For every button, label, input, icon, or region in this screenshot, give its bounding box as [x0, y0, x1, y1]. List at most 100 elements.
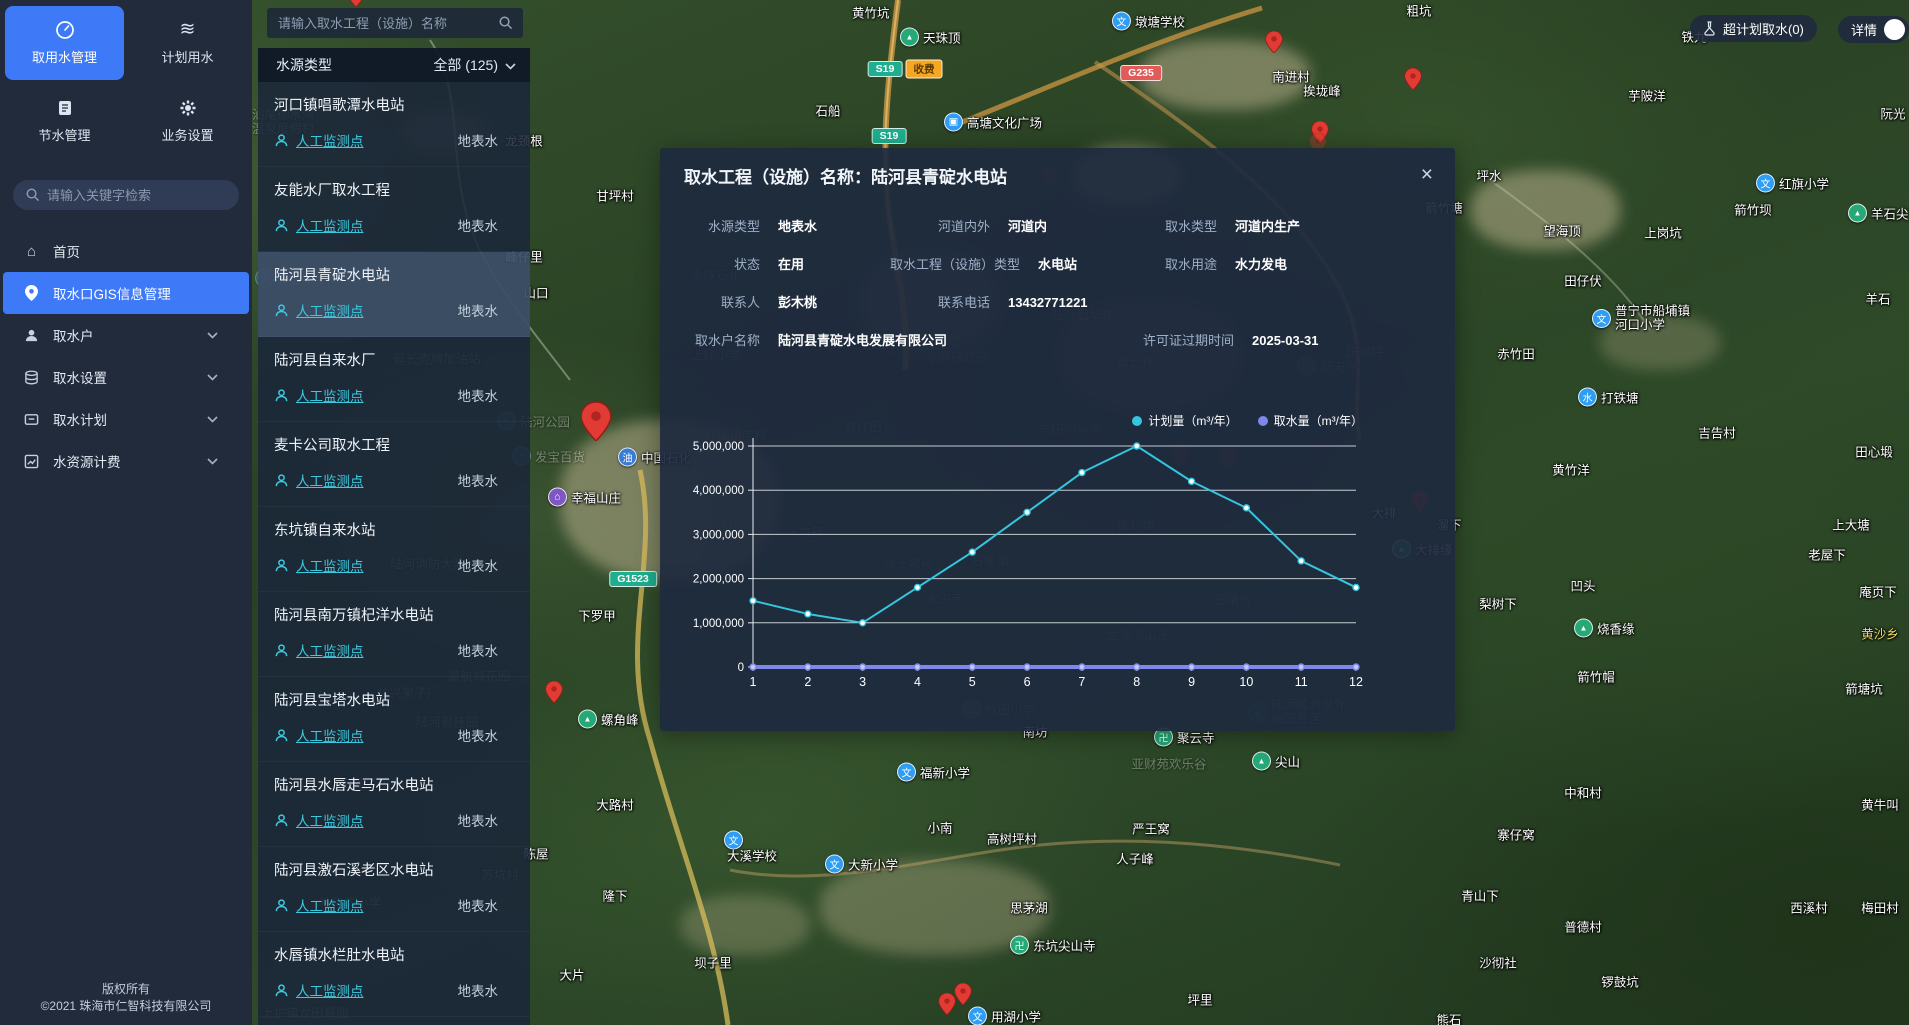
- facility-list-item[interactable]: 麦卡公司取水工程人工监测点地表水: [258, 422, 530, 507]
- person-icon: [274, 898, 289, 913]
- map-marker-pin[interactable]: [939, 993, 956, 1020]
- map-label: 沙彻社: [1479, 953, 1517, 972]
- map-label: 上大塘: [1832, 515, 1870, 534]
- manual-monitor-link[interactable]: 人工监测点: [296, 555, 364, 575]
- sidebar-menu-item-3[interactable]: 取水设置: [0, 356, 252, 398]
- map-label: 坝子里: [694, 953, 732, 972]
- manual-monitor-link[interactable]: 人工监测点: [296, 640, 364, 660]
- manual-monitor-link[interactable]: 人工监测点: [296, 300, 364, 320]
- map-label: 寨仔窝: [1497, 825, 1535, 844]
- map-label: 黄沙乡: [1861, 624, 1899, 643]
- facility-search-input[interactable]: [267, 8, 523, 38]
- facility-list-item[interactable]: 陆河县自来水厂人工监测点地表水: [258, 337, 530, 422]
- gear-icon: [179, 98, 197, 118]
- sidebar-menu-item-4[interactable]: 取水计划: [0, 398, 252, 440]
- facility-name: 陆河县南万镇杞洋水电站: [274, 606, 514, 626]
- filter-dropdown[interactable]: 全部 (125): [433, 55, 516, 75]
- facility-list-item[interactable]: 陆河县南万镇杞洋水电站人工监测点 地表水: [258, 592, 530, 677]
- water-source-type: 地表水: [458, 640, 499, 660]
- map-marker-pin[interactable]: [1405, 68, 1422, 95]
- facility-list-item[interactable]: 东坑镇自来水站人工监测点地表水: [258, 507, 530, 592]
- manual-monitor-link[interactable]: 人工监测点: [296, 470, 364, 490]
- sidebar-menu-item-1[interactable]: 取水口GIS信息管理: [3, 272, 249, 314]
- facility-name: 东坑镇自来水站: [274, 521, 514, 541]
- map-label: 黄牛叫: [1861, 795, 1899, 814]
- svg-text:9: 9: [1188, 675, 1195, 689]
- manual-monitor-link[interactable]: 人工监测点: [296, 895, 364, 915]
- manual-monitor-link[interactable]: 人工监测点: [296, 385, 364, 405]
- map-label: 梨树下: [1479, 594, 1517, 613]
- sidebar-menu-item-2[interactable]: 取水户: [0, 314, 252, 356]
- field-value: 彭木桃: [778, 294, 817, 311]
- gas-map-icon: 油: [618, 448, 637, 467]
- close-icon[interactable]: ×: [1417, 160, 1437, 189]
- map-marker-pin[interactable]: [546, 681, 563, 708]
- map-label: 羊石: [1865, 289, 1890, 308]
- map-marker-pin[interactable]: [581, 402, 611, 446]
- field-label: 许可证过期时间: [1143, 332, 1234, 349]
- chevron-down-icon: [207, 458, 218, 465]
- field-pair: 水源类型地表水: [684, 218, 890, 235]
- map-label: 挨垅峰: [1303, 81, 1341, 100]
- module-label: 取用水管理: [32, 47, 97, 66]
- map-label: ▲螺角峰: [578, 710, 639, 729]
- module-button-3[interactable]: 业务设置: [128, 84, 247, 158]
- svg-text:4: 4: [914, 675, 921, 689]
- field-pair: 河道内外 河道内: [890, 218, 1143, 235]
- map-label: 田仔伏: [1564, 271, 1602, 290]
- facility-list-item[interactable]: 水唇镇水栏肚水电站人工监测点地表水: [258, 932, 530, 1017]
- facility-list-item[interactable]: 陆河县青碇水电站人工监测点地表水: [258, 252, 530, 337]
- app-root: 黄竹坑▲天珠顶▣高塘文化广场文墩塘学校粗坑南进村挨垅峰芋陂洋阮光铁九石船龙颈根甘…: [0, 0, 1909, 1025]
- map-label: 大路村: [596, 795, 634, 814]
- facility-list-item[interactable]: 友能水厂取水工程人工监测点地表水: [258, 167, 530, 252]
- detail-label: 详情: [1851, 20, 1877, 39]
- detail-toggle-pill[interactable]: 详情: [1838, 16, 1909, 43]
- svg-text:2,000,000: 2,000,000: [693, 574, 744, 586]
- field-value: 地表水: [778, 218, 817, 235]
- field-value: 河道内: [1008, 218, 1047, 235]
- school-map-icon: 文: [1112, 12, 1131, 31]
- map-label: 石船: [815, 101, 840, 120]
- field-label: 状态: [684, 256, 760, 273]
- manual-monitor-link[interactable]: 人工监测点: [296, 810, 364, 830]
- facility-list-item[interactable]: 陆河县水唇走马石水电站人工监测点地表水: [258, 762, 530, 847]
- facility-list-item[interactable]: 陆河县宝塔水电站人工监测点地表水: [258, 677, 530, 762]
- field-pair: 取水工程（设施）类型水电站: [890, 256, 1143, 273]
- map-marker-pin[interactable]: [1266, 31, 1283, 58]
- facility-name: 陆河县激石溪老区水电站: [274, 861, 514, 881]
- facility-list-item[interactable]: 河口镇唱歌潭水电站人工监测点地表水: [258, 82, 530, 167]
- module-button-0[interactable]: 取用水管理: [5, 6, 124, 80]
- map-label: ▲尖山: [1252, 752, 1300, 771]
- map-label: 高树坪村: [987, 829, 1037, 848]
- search-icon[interactable]: [498, 15, 513, 35]
- field-label: 取水工程（设施）类型: [890, 256, 1020, 273]
- card-icon: [23, 412, 40, 427]
- sidebar-menu-item-5[interactable]: 水资源计费: [0, 440, 252, 482]
- water-source-type: 地表水: [458, 215, 499, 235]
- module-button-1[interactable]: ≋计划用水: [128, 6, 247, 80]
- villa-map-icon: ⌂: [548, 488, 567, 507]
- map-marker-pin[interactable]: [955, 983, 972, 1010]
- field-pair: 取水户名称陆河县青碇水电发展有限公司: [684, 332, 1143, 349]
- chart-icon: [23, 454, 40, 469]
- svg-text:3: 3: [859, 675, 866, 689]
- filter-label: 水源类型: [276, 55, 332, 75]
- modal-title: 取水工程（设施）名称：陆河县青碇水电站: [684, 163, 1007, 188]
- road-badge: G1523: [609, 571, 657, 587]
- field-label: 河道内外: [890, 218, 990, 235]
- map-label: ▲天珠顶: [900, 28, 961, 47]
- manual-monitor-link[interactable]: 人工监测点: [296, 215, 364, 235]
- over-plan-intake-button[interactable]: 超计划取水(0): [1690, 15, 1817, 42]
- sidebar-search-input[interactable]: [13, 180, 239, 210]
- chevron-down-icon: [207, 374, 218, 381]
- manual-monitor-link[interactable]: 人工监测点: [296, 725, 364, 745]
- menu-item-label: 取水户: [53, 325, 94, 345]
- facility-list-panel: 水源类型 全部 (125) 河口镇唱歌潭水电站人工监测点地表水友能水厂取水工程人…: [258, 0, 530, 1025]
- facility-list-item[interactable]: 陆河县激石溪老区水电站人工监测点地表水: [258, 847, 530, 932]
- detail-toggle-switch[interactable]: [1884, 19, 1905, 40]
- sidebar-menu-item-0[interactable]: ⌂首页: [0, 230, 252, 272]
- manual-monitor-link[interactable]: 人工监测点: [296, 130, 364, 150]
- manual-monitor-link[interactable]: 人工监测点: [296, 980, 364, 1000]
- map-label: 坪水: [1476, 166, 1501, 185]
- module-button-2[interactable]: 节水管理: [5, 84, 124, 158]
